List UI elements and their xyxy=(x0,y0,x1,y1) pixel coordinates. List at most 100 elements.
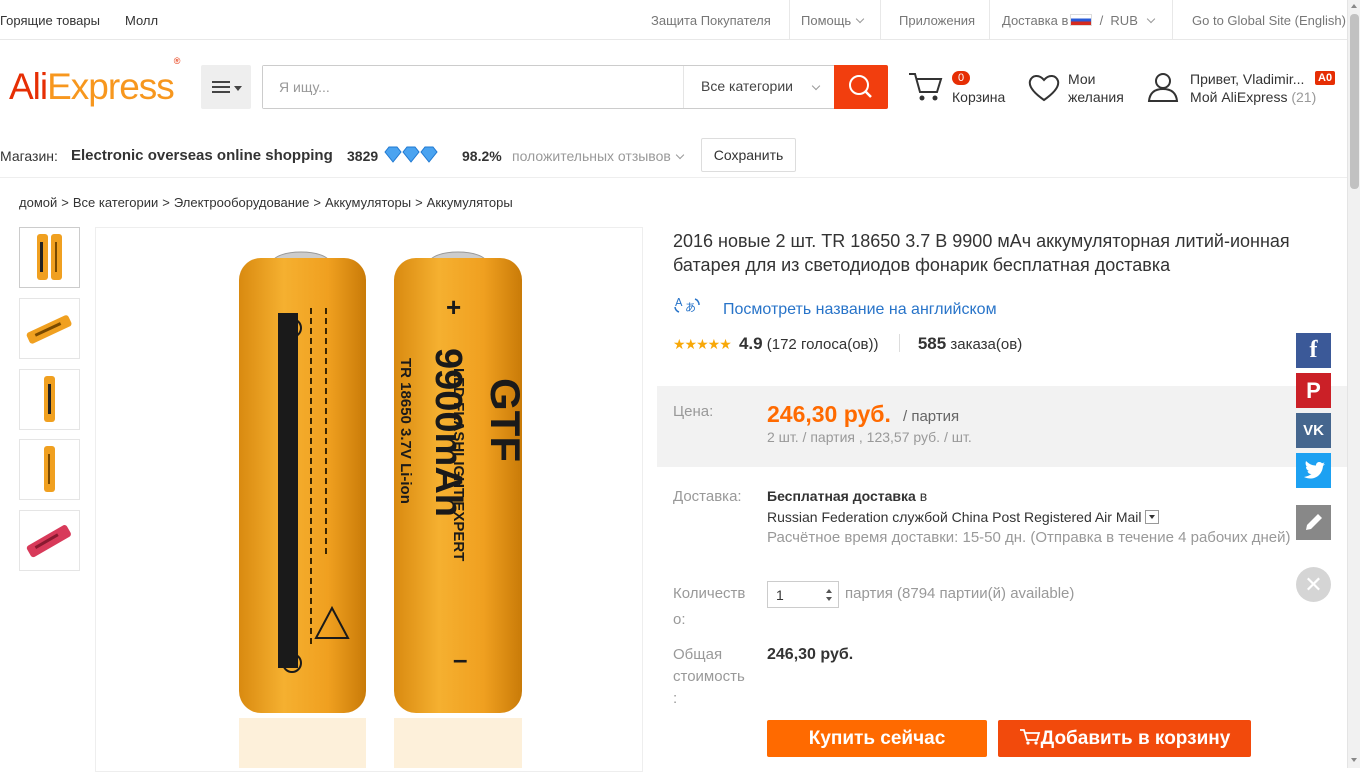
positive-percent: 98.2% xyxy=(462,148,502,164)
divider xyxy=(0,177,1347,178)
facebook-share-icon[interactable]: f xyxy=(1296,333,1331,368)
logo-part-ali: Ali xyxy=(9,66,48,107)
divider xyxy=(898,334,900,352)
shipping-method-selector[interactable]: Russian Federation службой China Post Re… xyxy=(767,507,1160,527)
global-site-link[interactable]: Go to Global Site (English) xyxy=(1192,13,1346,28)
logo-mark: ® xyxy=(173,55,181,66)
heart-icon[interactable] xyxy=(1027,73,1061,107)
breadcrumb-separator: > xyxy=(162,195,170,210)
save-store-button[interactable]: Сохранить xyxy=(701,138,796,172)
store-name-link[interactable]: Electronic overseas online shopping xyxy=(71,147,333,164)
chevron-down-icon xyxy=(855,14,865,24)
breadcrumb-separator: > xyxy=(313,195,321,210)
breadcrumb-electrical[interactable]: Электрооборудование xyxy=(174,195,310,210)
divider xyxy=(1172,0,1173,40)
svg-text:A: A xyxy=(675,296,683,309)
positive-feedback-menu[interactable]: положительных отзывов xyxy=(512,148,685,164)
thumbnail-3[interactable] xyxy=(19,369,80,430)
hot-products-link[interactable]: Горящие товары xyxy=(0,13,100,28)
edit-pencil-icon[interactable] xyxy=(1296,505,1331,540)
rating-stars-icon[interactable]: ★★★★★ xyxy=(673,336,732,352)
breadcrumb: домой > Все категории > Электрооборудование >… xyxy=(19,195,517,210)
twitter-share-icon[interactable] xyxy=(1296,453,1331,488)
scroll-up-arrow-icon[interactable] xyxy=(1351,4,1357,8)
help-menu[interactable]: Помощь xyxy=(801,13,865,28)
cart-label[interactable]: Корзина xyxy=(952,88,1005,106)
battery-brand-text: GTF xyxy=(482,378,529,462)
breadcrumb-home[interactable]: домой xyxy=(19,195,57,210)
my-aliexpress-link[interactable]: Мой AliExpress (21) xyxy=(1190,88,1316,106)
total-label-1: Общая xyxy=(673,646,723,663)
buyer-protection-link[interactable]: Защита Покупателя xyxy=(651,13,771,28)
shipping-free: Бесплатная доставка в xyxy=(767,486,927,506)
rating-votes-link[interactable]: (172 голоса(ов)) xyxy=(767,336,879,353)
account-badge: A0 xyxy=(1315,71,1336,85)
wishlist-label-1[interactable]: Мои xyxy=(1068,70,1095,88)
hamburger-icon xyxy=(212,81,230,83)
shipping-method-text: Russian Federation службой China Post Re… xyxy=(767,509,1142,525)
orders-count: 585 xyxy=(917,334,947,353)
shipping-label: Доставка: xyxy=(673,488,742,505)
quantity-input[interactable] xyxy=(768,582,822,607)
breadcrumb-separator: > xyxy=(61,195,69,210)
increment-arrow-icon[interactable] xyxy=(826,589,832,593)
russia-flag-icon xyxy=(1070,14,1093,26)
search-icon xyxy=(849,75,872,98)
mall-link[interactable]: Молл xyxy=(125,13,158,28)
close-icon[interactable]: ✕ xyxy=(1296,567,1331,602)
total-label-2: стоимость xyxy=(673,668,745,685)
hamburger-icon xyxy=(212,86,230,88)
price-box xyxy=(657,386,1347,467)
thumbnail-2[interactable] xyxy=(19,298,80,359)
chevron-down-icon xyxy=(675,150,685,160)
diamond-icon xyxy=(384,146,440,167)
thumbnail-4[interactable] xyxy=(19,439,80,500)
price-per-piece: 2 шт. / партия , 123,57 руб. / шт. xyxy=(767,429,972,445)
ship-to-selector[interactable]: Доставка в / RUB xyxy=(1002,13,1156,28)
store-bar: Магазин: Electronic overseas online shop… xyxy=(0,136,1347,176)
pinterest-share-icon[interactable]: P xyxy=(1296,373,1331,408)
my-aliexpress-count: (21) xyxy=(1291,89,1317,105)
divider xyxy=(789,0,790,40)
buy-now-button[interactable]: Купить сейчас xyxy=(767,720,987,757)
breadcrumb-batteries[interactable]: Аккумуляторы xyxy=(325,195,411,210)
greeting[interactable]: Привет, Vladimir... xyxy=(1190,70,1304,88)
apps-link[interactable]: Приложения xyxy=(899,13,975,28)
search-input[interactable] xyxy=(263,66,683,108)
category-select[interactable]: Все категории xyxy=(683,66,835,108)
orders-label: заказа(ов) xyxy=(950,336,1023,353)
svg-text:+: + xyxy=(446,292,461,322)
price-unit: / партия xyxy=(903,408,960,425)
search-button[interactable] xyxy=(834,65,888,109)
user-icon[interactable] xyxy=(1146,70,1180,108)
battery-product-image: + – GTF LED FLASHLIGHT EXPERT 9900mAh TR… xyxy=(239,251,529,768)
cart-icon[interactable] xyxy=(907,70,943,108)
decrement-arrow-icon[interactable] xyxy=(826,597,832,601)
add-to-cart-button[interactable]: Добавить в корзину xyxy=(998,720,1251,757)
quantity-stepper xyxy=(767,581,839,608)
ship-to-label: Доставка в xyxy=(1002,13,1069,28)
shipping-in-text: в xyxy=(919,488,928,504)
wishlist-label-2[interactable]: желания xyxy=(1068,88,1124,106)
main-product-image[interactable]: + – GTF LED FLASHLIGHT EXPERT 9900mAh TR… xyxy=(95,227,643,772)
total-price: 246,30 руб. xyxy=(767,646,854,663)
translate-icon[interactable]: A あ xyxy=(673,295,703,322)
dropdown-arrow-icon xyxy=(234,86,242,91)
aliexpress-logo[interactable]: AliExpress® xyxy=(9,56,180,108)
categories-menu-button[interactable] xyxy=(201,65,251,109)
scrollbar-thumb[interactable] xyxy=(1350,14,1359,189)
thumbnail-1[interactable] xyxy=(19,227,80,288)
page-scrollbar[interactable] xyxy=(1347,0,1360,768)
shipping-time: Расчётное время доставки: 15-50 дн. (Отп… xyxy=(767,529,1291,546)
battery-thumbnail-image xyxy=(44,376,55,422)
translate-title-link[interactable]: Посмотреть название на английском xyxy=(723,301,997,319)
vk-share-icon[interactable]: VK xyxy=(1296,413,1331,448)
breadcrumb-batteries-current[interactable]: Аккумуляторы xyxy=(427,195,513,210)
breadcrumb-separator: > xyxy=(415,195,423,210)
thumbnail-5[interactable] xyxy=(19,510,80,571)
scroll-down-arrow-icon[interactable] xyxy=(1351,758,1357,762)
category-select-label: Все категории xyxy=(701,78,793,94)
store-score: 3829 xyxy=(347,148,379,164)
breadcrumb-all-categories[interactable]: Все категории xyxy=(73,195,158,210)
chevron-down-icon xyxy=(1146,14,1156,24)
